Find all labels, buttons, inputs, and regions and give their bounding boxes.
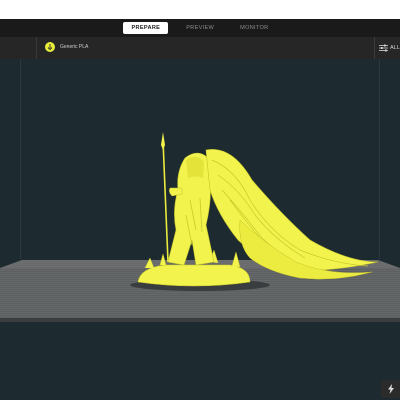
3d-viewport[interactable] xyxy=(0,59,400,400)
lightning-icon xyxy=(387,384,394,394)
build-plate-and-model xyxy=(0,132,400,322)
tab-prepare[interactable]: PREPARE xyxy=(123,22,169,34)
stage-tabs: PREPARE PREVIEW MONITOR xyxy=(0,19,400,37)
divider xyxy=(374,37,375,59)
header-toolbar: Generic PLA ALL xyxy=(0,37,400,60)
settings-label: ALL xyxy=(390,45,400,51)
model-wing-far xyxy=(205,149,379,271)
printer-icon[interactable] xyxy=(45,42,55,52)
material-profile-label[interactable]: Generic PLA xyxy=(60,44,88,50)
model-spear xyxy=(162,139,169,263)
window-top-strip xyxy=(0,0,400,19)
stage-bar: PREPARE PREVIEW MONITOR xyxy=(0,19,400,37)
divider xyxy=(36,37,37,59)
tab-preview[interactable]: PREVIEW xyxy=(178,22,222,34)
tab-monitor[interactable]: MONITOR xyxy=(232,22,276,34)
print-settings-button[interactable]: ALL xyxy=(379,42,400,54)
build-plate-edge xyxy=(0,318,400,322)
model-spear-tip xyxy=(161,132,165,150)
model-base xyxy=(137,264,251,287)
model-head xyxy=(186,156,204,178)
slice-action-button[interactable] xyxy=(381,380,400,398)
sliders-icon xyxy=(379,44,388,52)
